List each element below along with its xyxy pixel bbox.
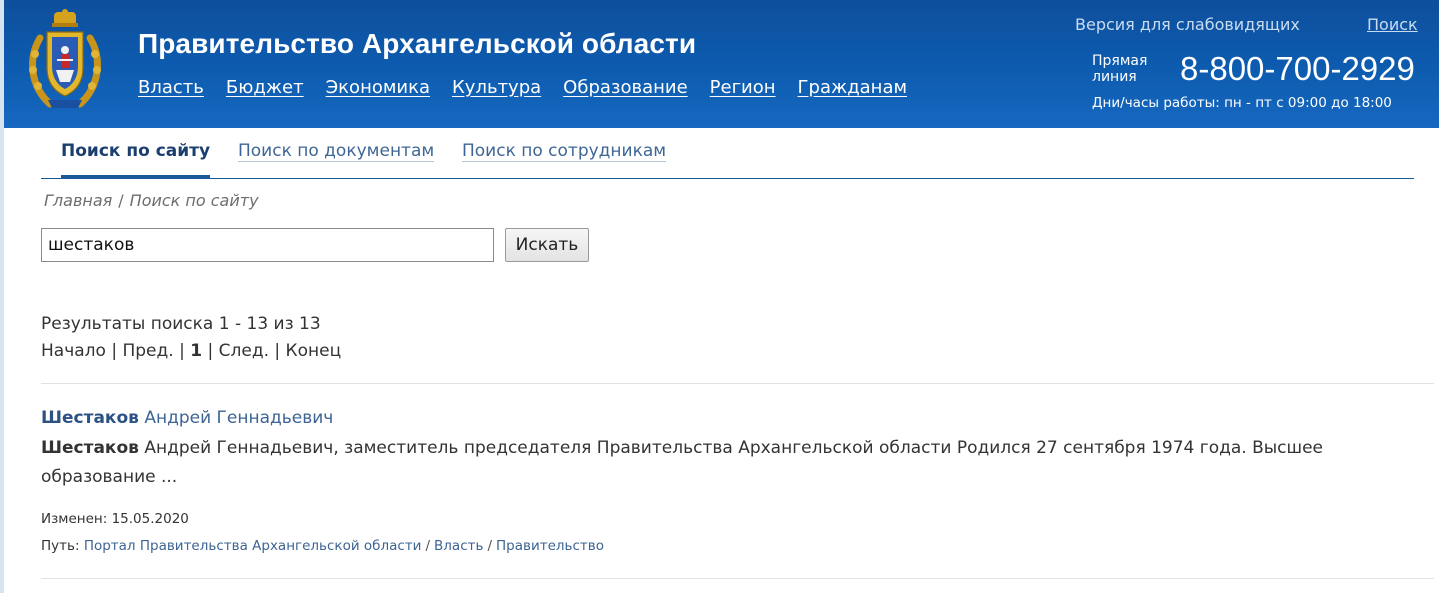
result-snippet-highlight: Шестаков — [41, 438, 139, 458]
search-input[interactable] — [41, 228, 494, 262]
results-count-text: Результаты поиска 1 - 13 из 13 — [41, 314, 321, 334]
coat-of-arms-emblem-icon[interactable] — [26, 8, 104, 112]
result-snippet: Шестаков Андрей Геннадьевич, заместитель… — [41, 434, 1341, 492]
tab-staff-search-label[interactable]: Поиск по сотрудникам — [462, 141, 667, 162]
results-pager: Начало | Пред. | 1 | След. | Конец — [41, 341, 341, 361]
result-title-link[interactable]: Шестаков Андрей Геннадьевич — [41, 408, 333, 428]
breadcrumb-home-link[interactable]: Главная — [44, 191, 112, 210]
result-snippet-text: Андрей Геннадьевич, заместитель председа… — [41, 438, 1323, 487]
tab-staff-search[interactable]: Поиск по сотрудникам — [462, 128, 667, 179]
pager-current-page: 1 — [190, 341, 203, 361]
work-hours-text: Дни/часы работы: пн - пт с 09:00 до 18:0… — [1092, 95, 1392, 111]
pager-next-link[interactable]: След. — [219, 341, 269, 361]
nav-link-region[interactable]: Регион — [710, 77, 776, 98]
breadcrumb-separator: / — [118, 191, 124, 210]
header-search-link[interactable]: Поиск — [1367, 15, 1418, 34]
tab-document-search-label[interactable]: Поиск по документам — [238, 141, 435, 162]
tab-document-search[interactable]: Поиск по документам — [238, 128, 435, 179]
breadcrumb-current: Поиск по сайту — [129, 191, 259, 210]
breadcrumb: Главная / Поиск по сайту — [44, 191, 259, 210]
result-path: Путь: Портал Правительства Архангельской… — [41, 538, 604, 554]
pager-separator: | — [274, 341, 281, 361]
main-navigation: Власть Бюджет Экономика Культура Образов… — [138, 77, 907, 98]
result-path-separator: / — [487, 538, 492, 554]
result-path-separator: / — [425, 538, 431, 554]
result-path-link-portal[interactable]: Портал Правительства Архангельской облас… — [84, 538, 422, 554]
results-divider — [41, 383, 1434, 384]
site-title[interactable]: Правительство Архангельской области — [138, 28, 696, 60]
result-path-link-government[interactable]: Правительство — [496, 538, 604, 554]
results-divider — [41, 578, 1434, 579]
result-modified-date: Изменен: 15.05.2020 — [41, 511, 189, 527]
pager-separator: | — [179, 341, 185, 361]
tab-site-search[interactable]: Поиск по сайту — [61, 128, 211, 178]
result-title-rest: Андрей Геннадьевич — [138, 408, 334, 428]
hotline-label: Прямая линия — [1092, 53, 1148, 85]
search-tabs: Поиск по сайту Поиск по документам Поиск… — [41, 128, 1414, 179]
hotline-phone-number[interactable]: 8-800-700-2929 — [1180, 50, 1415, 88]
nav-link-citizens[interactable]: Гражданам — [798, 77, 908, 98]
nav-link-budget[interactable]: Бюджет — [226, 77, 304, 98]
pager-prev-link[interactable]: Пред. — [122, 341, 173, 361]
nav-link-vlast[interactable]: Власть — [138, 77, 204, 98]
pager-separator: | — [111, 341, 118, 361]
search-submit-button[interactable]: Искать — [505, 228, 589, 262]
result-modified-label: Изменен: — [41, 511, 108, 527]
result-path-link-vlast[interactable]: Власть — [434, 538, 483, 554]
low-vision-version-link[interactable]: Версия для слабовидящих — [1075, 15, 1300, 34]
pager-separator: | — [207, 341, 214, 361]
result-modified-value: 15.05.2020 — [111, 511, 189, 527]
nav-link-economy[interactable]: Экономика — [326, 77, 430, 98]
result-title-highlight: Шестаков — [41, 408, 139, 428]
result-path-label: Путь: — [41, 538, 80, 554]
pager-first-link[interactable]: Начало — [41, 341, 106, 361]
nav-link-culture[interactable]: Культура — [452, 77, 541, 98]
nav-link-education[interactable]: Образование — [563, 77, 688, 98]
site-header: Правительство Архангельской области Влас… — [4, 0, 1439, 128]
pager-last-link[interactable]: Конец — [286, 341, 342, 361]
